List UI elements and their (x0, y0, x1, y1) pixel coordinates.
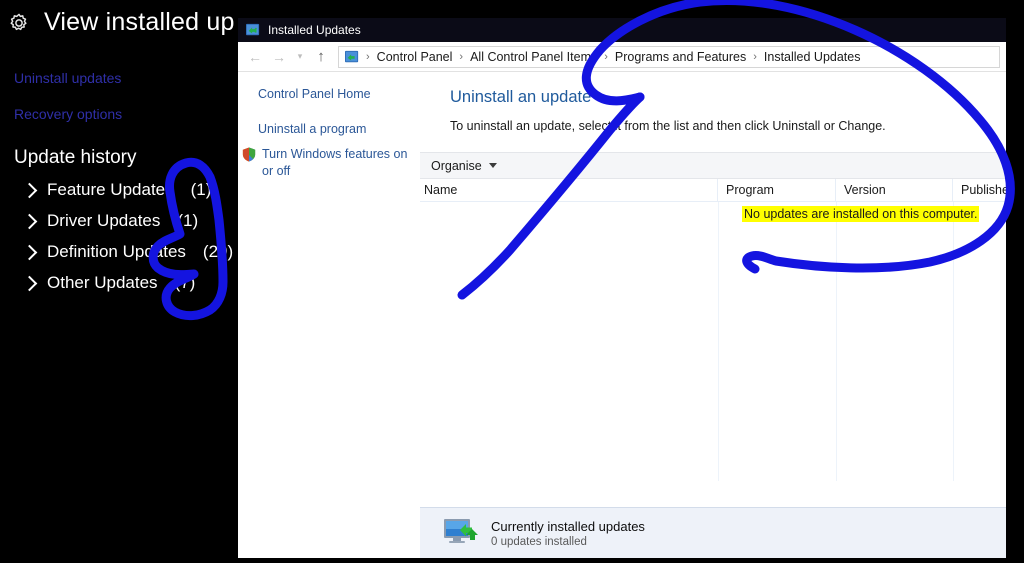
sidebar-item-turn-windows-features[interactable]: Turn Windows features on or off (242, 146, 412, 180)
arrow-up-icon[interactable]: ↑ (310, 46, 332, 68)
sidebar-item-control-panel-home[interactable]: Control Panel Home (258, 86, 412, 103)
breadcrumb-separator: › (604, 50, 608, 63)
address-bar[interactable]: › Control Panel › All Control Panel Item… (338, 45, 1000, 68)
column-header-program[interactable]: Program (718, 178, 836, 202)
status-title: Currently installed updates (491, 518, 645, 534)
history-item-label: Other Updates (47, 272, 158, 292)
breadcrumb-all-control-panel-items[interactable]: All Control Panel Items (470, 50, 597, 64)
main-content: Uninstall an update To uninstall an upda… (420, 72, 1006, 526)
caret-down-icon[interactable] (488, 163, 497, 168)
window-title: Installed Updates (268, 23, 361, 37)
history-item-count: (7) (174, 272, 196, 292)
updates-list-area[interactable]: No updates are installed on this compute… (420, 202, 1006, 481)
column-divider (953, 202, 954, 481)
navigation-bar: ← → ▾ ↑ › Control Panel › All Control Pa… (238, 42, 1006, 72)
chevron-down-icon[interactable]: ▾ (292, 46, 308, 68)
installed-updates-icon (246, 23, 260, 36)
history-item-driver-updates[interactable]: Driver Updates (1) (21, 205, 233, 236)
gear-icon (10, 13, 27, 30)
shield-icon (242, 147, 256, 162)
installed-updates-large-icon (444, 519, 478, 543)
column-header-name[interactable]: Name (420, 178, 718, 202)
status-bar: Currently installed updates 0 updates in… (420, 507, 1006, 558)
page-description: To uninstall an update, select it from t… (450, 119, 886, 133)
list-column-headers: Name Program Version Publisher (420, 178, 1006, 202)
chevron-right-icon (21, 182, 38, 198)
screenshot-root: View installed up Uninstall updates Reco… (0, 0, 1024, 563)
history-item-count: (1) (177, 210, 199, 230)
history-item-other-updates[interactable]: Other Updates (7) (21, 267, 233, 298)
status-text-group: Currently installed updates 0 updates in… (491, 519, 645, 548)
update-history-heading: Update history (14, 147, 137, 168)
statusbar-filler (238, 507, 420, 558)
history-item-label: Driver Updates (47, 210, 161, 230)
history-item-label: Definition Updates (47, 241, 186, 261)
history-item-count: (1) (190, 179, 212, 199)
column-header-version[interactable]: Version (836, 178, 953, 202)
breadcrumb-control-panel[interactable]: Control Panel (377, 50, 453, 64)
breadcrumb-separator: › (459, 50, 464, 63)
settings-header: View installed up (8, 8, 235, 37)
history-item-label: Feature Updates (47, 179, 174, 199)
settings-page-title: View installed up (44, 8, 235, 36)
control-panel-sidebar: Control Panel Home Uninstall a program T… (238, 72, 420, 526)
installed-updates-window: Installed Updates ← → ▾ ↑ › Control Pane… (238, 18, 1006, 558)
column-header-publisher[interactable]: Publisher (953, 179, 1006, 202)
history-item-definition-updates[interactable]: Definition Updates (29) (21, 236, 234, 267)
window-body: Control Panel Home Uninstall a program T… (238, 72, 1006, 526)
update-history-list: Feature Updates (1) Driver Updates (1) D… (21, 174, 234, 298)
toolbar: Organise (420, 152, 1006, 179)
sidebar-item-uninstall-a-program[interactable]: Uninstall a program (258, 121, 412, 138)
arrow-left-icon[interactable]: ← (244, 46, 266, 68)
empty-list-message: No updates are installed on this compute… (742, 206, 980, 222)
organise-button[interactable]: Organise (431, 159, 482, 173)
sidebar-link-uninstall-updates[interactable]: Uninstall updates (14, 70, 121, 86)
breadcrumb-installed-updates[interactable]: Installed Updates (764, 50, 861, 64)
breadcrumb-separator: › (753, 50, 757, 63)
window-titlebar[interactable]: Installed Updates (238, 18, 1006, 42)
page-title: Uninstall an update (450, 88, 592, 106)
column-divider (718, 202, 719, 481)
control-panel-icon (345, 50, 359, 62)
history-item-count: (29) (202, 241, 234, 261)
history-item-feature-updates[interactable]: Feature Updates (1) (21, 174, 233, 205)
arrow-right-icon[interactable]: → (268, 46, 290, 68)
column-divider (836, 202, 837, 481)
chevron-right-icon (21, 213, 38, 229)
chevron-right-icon (21, 244, 38, 260)
sidebar-item-label: Turn Windows features on or off (262, 146, 408, 178)
breadcrumb-separator: › (366, 50, 370, 63)
chevron-right-icon (21, 275, 38, 291)
sidebar-link-recovery-options[interactable]: Recovery options (14, 106, 122, 122)
status-subtitle: 0 updates installed (491, 535, 587, 548)
breadcrumb-programs-and-features[interactable]: Programs and Features (615, 50, 746, 64)
